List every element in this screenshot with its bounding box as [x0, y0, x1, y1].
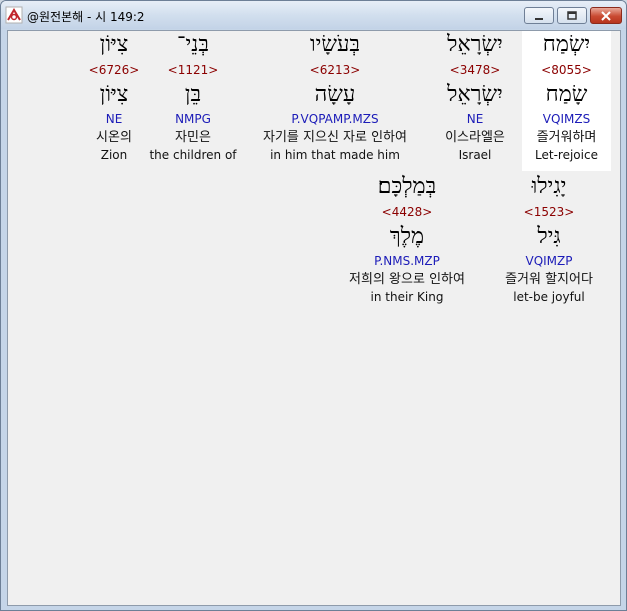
hebrew-lemma: עָשָׂה [314, 82, 356, 107]
hebrew-lemma: בֵּן [184, 82, 202, 107]
hebrew-surface: יִשְׂמַח [542, 32, 591, 57]
strong-number[interactable]: <4428> [332, 205, 482, 219]
morphology-code[interactable]: P.NMS.MZP [332, 254, 482, 268]
strong-number[interactable]: <1121> [147, 63, 239, 77]
minimize-icon [533, 6, 545, 25]
morphology-code[interactable]: NE [432, 112, 518, 126]
hebrew-lemma: מֶלֶךְ [389, 224, 425, 249]
word-cell[interactable]: בְּנֵי־ <1121> בֵּן NMPG 자민은 the childre… [147, 31, 239, 171]
morphology-code[interactable]: NE [86, 112, 142, 126]
strong-number[interactable]: <3478> [432, 63, 518, 77]
morphology-code[interactable]: NMPG [147, 112, 239, 126]
strong-number[interactable]: <1523> [487, 205, 611, 219]
english-gloss: the children of [149, 148, 237, 162]
close-icon [600, 6, 612, 25]
word-cell[interactable]: יָגִילוּ <1523> גִּיל VQIMZP 즐거워 할지어다 le… [487, 173, 611, 313]
hebrew-lemma: שָׂמַח [545, 82, 588, 107]
strong-number[interactable]: <6726> [86, 63, 142, 77]
korean-gloss: 즐거워하며 [536, 130, 597, 145]
strong-number[interactable]: <8055> [522, 63, 611, 77]
app-window: @원전본해 - 시 149:2 יִשְׂמַח <8055> שָׂמַח V… [0, 0, 627, 611]
korean-gloss: 이스라엘은 [445, 130, 505, 145]
korean-gloss: 자민은 [175, 130, 211, 145]
korean-gloss: 즐거워 할지어다 [505, 272, 593, 287]
korean-gloss: 저희의 왕으로 인하여 [349, 272, 465, 287]
english-gloss: in their King [370, 290, 444, 304]
title-bar[interactable]: @원전본해 - 시 149:2 [1, 1, 626, 29]
window-title: @원전본해 - 시 149:2 [27, 10, 145, 24]
english-gloss: Israel [458, 148, 492, 162]
word-cell[interactable]: יִשְׂמַח <8055> שָׂמַח VQIMZS 즐거워하며 Let-… [522, 31, 611, 171]
morphology-code[interactable]: P.VQPAMP.MZS [244, 112, 426, 126]
hebrew-surface: צִיּוֹן [99, 32, 129, 57]
maximize-button[interactable] [557, 7, 587, 24]
english-gloss: Let-rejoice [535, 148, 598, 162]
interlinear-view: יִשְׂמַח <8055> שָׂמַח VQIMZS 즐거워하며 Let-… [7, 30, 621, 606]
hebrew-surface: יָגִילוּ [531, 174, 567, 199]
app-logo-icon [5, 6, 23, 24]
hebrew-surface: בְּנֵי־ [177, 32, 209, 57]
english-gloss: in him that made him [270, 148, 400, 162]
word-cell[interactable]: בְּעֹשָׂיו <6213> עָשָׂה P.VQPAMP.MZS 자기… [244, 31, 426, 171]
strong-number[interactable]: <6213> [244, 63, 426, 77]
hebrew-lemma: גִּיל [537, 224, 561, 249]
hebrew-surface: בְּמַלְכָּם׃ [377, 174, 437, 199]
korean-gloss: 자기를 지으신 자로 인하여 [263, 130, 407, 145]
word-cell[interactable]: יִשְׂרָאֵל <3478> יִשְׂרָאֵל NE 이스라엘은 Is… [432, 31, 518, 171]
morphology-code[interactable]: VQIMZP [487, 254, 611, 268]
english-gloss: Zion [100, 148, 128, 162]
korean-gloss: 시온의 [96, 130, 132, 145]
word-cell[interactable]: בְּמַלְכָּם׃ <4428> מֶלֶךְ P.NMS.MZP 저희의… [332, 173, 482, 313]
maximize-icon [566, 6, 578, 25]
hebrew-surface: יִשְׂרָאֵל [447, 32, 503, 57]
word-cell[interactable]: צִיּוֹן <6726> צִיּוֹן NE 시온의 Zion [86, 31, 142, 171]
hebrew-surface: בְּעֹשָׂיו [309, 32, 361, 57]
english-gloss: let-be joyful [513, 290, 585, 304]
close-button[interactable] [590, 7, 622, 24]
hebrew-lemma: יִשְׂרָאֵל [447, 82, 503, 107]
hebrew-lemma: צִיּוֹן [99, 82, 129, 107]
morphology-code[interactable]: VQIMZS [522, 112, 611, 126]
minimize-button[interactable] [524, 7, 554, 24]
